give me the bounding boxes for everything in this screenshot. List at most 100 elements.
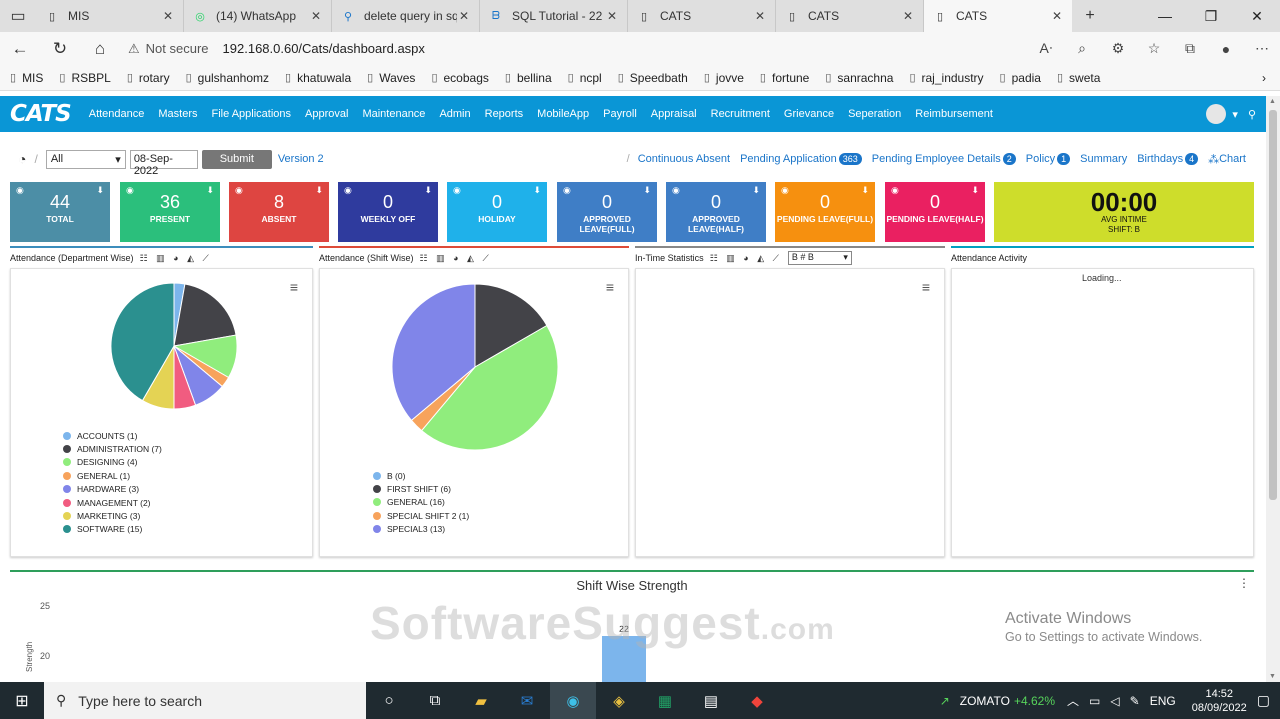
collections-icon[interactable]: ⧉ bbox=[1172, 40, 1208, 57]
close-tab-icon[interactable]: ✕ bbox=[901, 9, 915, 23]
more-options-icon[interactable]: ⋯ bbox=[1244, 40, 1280, 57]
nav-item[interactable]: Admin bbox=[439, 108, 470, 120]
legend-item[interactable]: ADMINISTRATION (7) bbox=[63, 442, 162, 455]
favorite-item[interactable]: ▯ padia bbox=[1000, 71, 1041, 85]
sql-tool-icon[interactable]: ◈ bbox=[596, 682, 642, 719]
legend-item[interactable]: B (0) bbox=[373, 469, 469, 482]
stock-name[interactable]: ZOMATO bbox=[960, 694, 1010, 708]
favorite-item[interactable]: ▯ raj_industry bbox=[909, 71, 983, 85]
browser-tab[interactable]: ▯ CATS ✕ bbox=[924, 0, 1072, 32]
pending-employee-link[interactable]: Pending Employee Details 2 bbox=[872, 153, 1016, 165]
clock[interactable]: 14:52 08/09/2022 bbox=[1192, 687, 1247, 715]
chart-type-icons[interactable]: ☷ ▥ ◕ ◭ ⟋ bbox=[710, 253, 782, 264]
back-icon[interactable]: ← bbox=[0, 39, 40, 59]
legend-item[interactable]: MARKETING (3) bbox=[63, 509, 162, 522]
taskbar-search[interactable]: ⚲ Type here to search bbox=[44, 682, 366, 719]
browser-tab[interactable]: ▯ CATS ✕ bbox=[628, 0, 776, 32]
minimize-icon[interactable]: — bbox=[1142, 0, 1188, 32]
summary-tile[interactable]: ◉ ⬇ 36 PRESENT bbox=[120, 182, 220, 242]
nav-item[interactable]: Seperation bbox=[848, 108, 901, 120]
chevron-up-icon[interactable]: ︿ bbox=[1067, 692, 1079, 709]
read-aloud-icon[interactable]: Aᐧ bbox=[1028, 40, 1064, 57]
close-window-icon[interactable]: ✕ bbox=[1234, 0, 1280, 32]
legend-item[interactable]: GENERAL (1) bbox=[63, 469, 162, 482]
legend-item[interactable]: MANAGEMENT (2) bbox=[63, 496, 162, 509]
favorite-item[interactable]: ▯ ecobags bbox=[431, 71, 488, 85]
nav-item[interactable]: Payroll bbox=[603, 108, 637, 120]
nav-item[interactable]: File Applications bbox=[212, 108, 292, 120]
excel-icon[interactable]: ▦ bbox=[642, 682, 688, 719]
favorite-item[interactable]: ▯ Waves bbox=[367, 71, 415, 85]
browser-tab[interactable]: ◎ (14) WhatsApp ✕ bbox=[184, 0, 332, 32]
favorite-item[interactable]: ▯ bellina bbox=[505, 71, 552, 85]
policy-link[interactable]: Policy 1 bbox=[1026, 153, 1071, 165]
task-view-icon[interactable]: ⧉ bbox=[412, 682, 458, 719]
legend-item[interactable]: SPECIAL SHIFT 2 (1) bbox=[373, 509, 469, 522]
chart-menu-icon[interactable]: ≡ bbox=[922, 279, 930, 295]
volume-icon[interactable]: ◁ bbox=[1110, 694, 1119, 708]
browser-tab[interactable]: ⚲ delete query in sq ✕ bbox=[332, 0, 480, 32]
close-tab-icon[interactable]: ✕ bbox=[309, 9, 323, 23]
version-link[interactable]: Version 2 bbox=[278, 153, 324, 165]
summary-tile[interactable]: ◉ ⬇ 44 TOTAL bbox=[10, 182, 110, 242]
restore-icon[interactable]: ❐ bbox=[1188, 0, 1234, 32]
nav-item[interactable]: Recruitment bbox=[711, 108, 770, 120]
favorite-item[interactable]: ▯ Speedbath bbox=[618, 71, 688, 85]
home-icon[interactable]: ⌂ bbox=[80, 39, 120, 59]
pen-icon[interactable]: ✎ bbox=[1130, 694, 1140, 708]
new-tab-button[interactable]: + bbox=[1072, 0, 1108, 32]
favorite-item[interactable]: ▯ fortune bbox=[760, 71, 809, 85]
avatar[interactable] bbox=[1206, 104, 1227, 124]
avg-intime-tile[interactable]: 00:00 AVG INTIME SHIFT: B bbox=[994, 182, 1254, 242]
summary-tile[interactable]: ◉ ⬇ 0 PENDING LEAVE(FULL) bbox=[775, 182, 875, 242]
tab-actions-icon[interactable]: ▭ bbox=[0, 0, 36, 32]
legend-item[interactable]: GENERAL (16) bbox=[373, 496, 469, 509]
nav-item[interactable]: MobileApp bbox=[537, 108, 589, 120]
favorite-item[interactable]: ▯ sanrachna bbox=[825, 71, 893, 85]
edge-icon[interactable]: ◉ bbox=[550, 682, 596, 719]
tracking-icon[interactable]: ⚙ bbox=[1100, 40, 1136, 57]
windows-start-icon[interactable]: ⊞ bbox=[0, 691, 44, 711]
summary-tile[interactable]: ◉ ⬇ 0 PENDING LEAVE(HALF) bbox=[885, 182, 985, 242]
anydesk-icon[interactable]: ◆ bbox=[734, 682, 780, 719]
browser-tab[interactable]: ▯ CATS ✕ bbox=[776, 0, 924, 32]
chart-link[interactable]: ⁂ Chart bbox=[1208, 153, 1246, 166]
nav-item[interactable]: Approval bbox=[305, 108, 348, 120]
close-tab-icon[interactable]: ✕ bbox=[753, 9, 767, 23]
nav-item[interactable]: Reports bbox=[485, 108, 524, 120]
favorite-item[interactable]: ▯ ncpl bbox=[568, 71, 602, 85]
network-icon[interactable]: ▭ bbox=[1089, 694, 1100, 708]
search-icon[interactable]: ⚲ bbox=[1248, 108, 1256, 121]
language-indicator[interactable]: ENG bbox=[1150, 694, 1176, 708]
shift-select[interactable]: B # B ▾ bbox=[787, 251, 852, 265]
summary-tile[interactable]: ◉ ⬇ 8 ABSENT bbox=[229, 182, 329, 242]
favorite-item[interactable]: ▯ jovve bbox=[704, 71, 744, 85]
calculator-icon[interactable]: ▤ bbox=[688, 682, 734, 719]
birthdays-link[interactable]: Birthdays 4 bbox=[1137, 153, 1199, 165]
chart-type-icons[interactable]: ☷ ▥ ◕ ◭ ⟋ bbox=[420, 253, 492, 264]
nav-item[interactable]: Grievance bbox=[784, 108, 834, 120]
browser-tab[interactable]: ▯ MIS ✕ bbox=[36, 0, 184, 32]
browser-tab[interactable]: ᗷ SQL Tutorial - 22 ✕ bbox=[480, 0, 628, 32]
legend-item[interactable]: SOFTWARE (15) bbox=[63, 523, 162, 536]
favorite-item[interactable]: ▯ sweta bbox=[1057, 71, 1100, 85]
profile-icon[interactable]: ● bbox=[1208, 41, 1244, 57]
nav-item[interactable]: Reimbursement bbox=[915, 108, 993, 120]
zoom-icon[interactable]: ⌕ bbox=[1064, 40, 1100, 57]
legend-item[interactable]: FIRST SHIFT (6) bbox=[373, 482, 469, 495]
favorite-item[interactable]: ▯ MIS bbox=[10, 71, 43, 85]
favorite-item[interactable]: ▯ khatuwala bbox=[285, 71, 351, 85]
page-scrollbar[interactable]: ▲ ▼ bbox=[1266, 96, 1280, 682]
app-logo[interactable]: CATS bbox=[10, 101, 72, 127]
favorites-more-icon[interactable]: › bbox=[1262, 71, 1266, 85]
refresh-icon[interactable]: ↻ bbox=[40, 39, 80, 59]
nav-item[interactable]: Attendance bbox=[89, 108, 145, 120]
pending-application-link[interactable]: Pending Application 363 bbox=[740, 153, 862, 165]
favorite-item[interactable]: ▯ gulshanhomz bbox=[186, 71, 269, 85]
legend-item[interactable]: ACCOUNTS (1) bbox=[63, 429, 162, 442]
submit-button[interactable]: Submit bbox=[201, 149, 272, 169]
chevron-down-icon[interactable]: ▾ bbox=[1232, 108, 1238, 121]
date-field[interactable]: 08-Sep-2022 bbox=[129, 149, 198, 177]
nav-item[interactable]: Appraisal bbox=[651, 108, 697, 120]
scroll-up-icon[interactable]: ▲ bbox=[1269, 98, 1276, 105]
